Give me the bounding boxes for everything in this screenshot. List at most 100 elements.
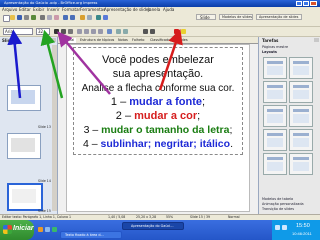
table-icon[interactable]	[87, 15, 92, 20]
task-master-pages[interactable]: Páginas mestre	[262, 45, 302, 49]
align-right-icon[interactable]	[91, 29, 96, 34]
slide-thumbnail-15[interactable]	[7, 183, 43, 211]
item-4-prefix: 4 –	[83, 138, 101, 150]
slides-panel-scrollbar[interactable]	[52, 45, 57, 211]
quicklaunch-desktop-icon[interactable]	[45, 227, 50, 232]
layout-button-label: Modelos de slides	[222, 15, 253, 19]
tray-volume-icon[interactable]	[275, 225, 280, 230]
font-name-box[interactable]: Arial	[3, 28, 33, 35]
edit-area: Você podes embelezar sua apresentação. A…	[58, 44, 258, 214]
font-size-decrease-icon[interactable]	[150, 29, 155, 34]
layout-option-7[interactable]	[263, 129, 287, 151]
italic-icon[interactable]	[61, 29, 66, 34]
menu-view[interactable]: Exibir	[33, 7, 44, 12]
item-4-text: sublinhar; negritar; itálico	[100, 138, 231, 150]
tray-network-icon[interactable]	[282, 225, 287, 230]
slide-canvas[interactable]: Você podes embelezar sua apresentação. A…	[66, 44, 250, 212]
save-icon[interactable]	[17, 15, 22, 20]
open-icon[interactable]	[10, 15, 15, 20]
align-center-icon[interactable]	[84, 29, 89, 34]
layout-option-3[interactable]	[263, 81, 287, 103]
layout-option-9[interactable]	[263, 153, 287, 175]
spellcheck-icon[interactable]	[31, 15, 36, 20]
print-icon[interactable]	[24, 15, 29, 20]
font-color-icon[interactable]	[174, 29, 179, 34]
task-slide-transition[interactable]: Transição de slides	[262, 207, 302, 211]
menu-insert[interactable]: Inserir	[47, 7, 60, 12]
start-button[interactable]: Iniciar	[0, 220, 34, 240]
text-box-selection[interactable]: Você podes embelezar sua apresentação. A…	[73, 47, 243, 155]
item-1-suffix: ;	[202, 96, 206, 108]
highlight-icon[interactable]	[181, 29, 186, 34]
menu-format[interactable]: Formatar	[62, 7, 80, 12]
start-label: Iniciar	[13, 225, 34, 232]
task-button-active[interactable]: Apresentação do Gaúci...	[122, 222, 184, 230]
indent-decrease-icon[interactable]	[123, 29, 128, 34]
quicklaunch-browser-icon[interactable]	[38, 227, 43, 232]
item-2-suffix: ;	[197, 110, 201, 122]
slides-panel-close-icon[interactable]	[51, 38, 56, 42]
slide-button-label: Slide	[200, 15, 210, 20]
menu-window[interactable]: Janela	[148, 7, 160, 12]
thumb-15-content	[12, 189, 36, 203]
slide-item-4: 4 – sublinhar; negritar; itálico.	[74, 138, 242, 151]
close-button[interactable]	[310, 1, 317, 6]
underline-icon[interactable]	[68, 29, 73, 34]
layout-option-1[interactable]	[263, 57, 287, 79]
layout-option-2[interactable]	[289, 57, 313, 79]
align-left-icon[interactable]	[77, 29, 82, 34]
menu-file[interactable]: Arquivo	[2, 7, 17, 12]
layout-option-5[interactable]	[263, 105, 287, 127]
presentation-button[interactable]: Apresentação de slides	[256, 14, 302, 20]
menu-tools[interactable]: Ferramentas	[80, 7, 105, 12]
layout-option-6[interactable]	[289, 105, 313, 127]
quicklaunch-media-icon[interactable]	[52, 227, 57, 232]
cut-icon[interactable]	[40, 15, 45, 20]
clock-time: 15:50	[296, 223, 310, 229]
menu-slideshow[interactable]: Apresentação de slides	[104, 7, 150, 12]
task-button-secondary[interactable]: Texto fixado à área d...	[60, 231, 122, 239]
bold-icon[interactable]	[54, 29, 59, 34]
slide-thumbnail-13[interactable]	[7, 85, 41, 111]
redo-icon[interactable]	[70, 15, 75, 20]
navigator-icon[interactable]	[96, 15, 101, 20]
new-icon[interactable]	[3, 15, 10, 22]
font-size-increase-icon[interactable]	[143, 29, 148, 34]
tab-handout[interactable]: Folheto	[132, 38, 145, 43]
menu-help[interactable]: Ajuda	[163, 7, 174, 12]
layout-option-4[interactable]	[289, 81, 313, 103]
undo-icon[interactable]	[63, 15, 68, 20]
task-table-design[interactable]: Modelos de tabela	[262, 197, 302, 201]
tab-slide-sorter[interactable]: Classificador de slides	[150, 38, 188, 43]
indent-increase-icon[interactable]	[116, 29, 121, 34]
tab-notes[interactable]: Notas	[118, 38, 128, 43]
item-1-text: mudar a fonte	[129, 96, 203, 108]
item-2-text: mudar a cor	[134, 110, 198, 122]
item-2-prefix: 2 –	[115, 110, 135, 122]
item-3-text: mudar o tamanho da letra	[101, 124, 230, 136]
tab-outline[interactable]: Estrutura de tópicos	[80, 38, 114, 43]
bullets-icon[interactable]	[107, 29, 112, 34]
layout-option-8[interactable]	[289, 129, 313, 151]
copy-icon[interactable]	[47, 15, 52, 20]
view-tabs: Normal Estrutura de tópicos Notas Folhet…	[58, 37, 258, 44]
tasks-panel-close-icon[interactable]	[314, 38, 319, 42]
help-icon[interactable]	[103, 15, 108, 20]
task-custom-animation[interactable]: Animação personalizada	[262, 202, 304, 206]
slide-button[interactable]: Slide	[196, 14, 216, 20]
thumb-13-content	[11, 90, 35, 104]
layout-button[interactable]: Modelos de slides	[219, 14, 253, 20]
slide-label-13: Slide 13	[38, 125, 51, 129]
tab-normal[interactable]: Normal	[60, 38, 77, 43]
slide-thumbnail-14[interactable]	[7, 133, 41, 159]
maximize-button[interactable]	[303, 1, 309, 6]
task-layouts[interactable]: Layouts	[262, 50, 302, 54]
minimize-button[interactable]	[296, 1, 302, 6]
paste-icon[interactable]	[54, 15, 59, 20]
layout-option-10[interactable]	[289, 153, 313, 175]
chart-icon[interactable]	[80, 15, 85, 20]
justify-icon[interactable]	[98, 29, 103, 34]
font-size-box[interactable]: 32	[36, 28, 50, 35]
menu-edit[interactable]: Editar	[19, 7, 31, 12]
slide-line-1: Você podes embelezar	[102, 54, 214, 66]
